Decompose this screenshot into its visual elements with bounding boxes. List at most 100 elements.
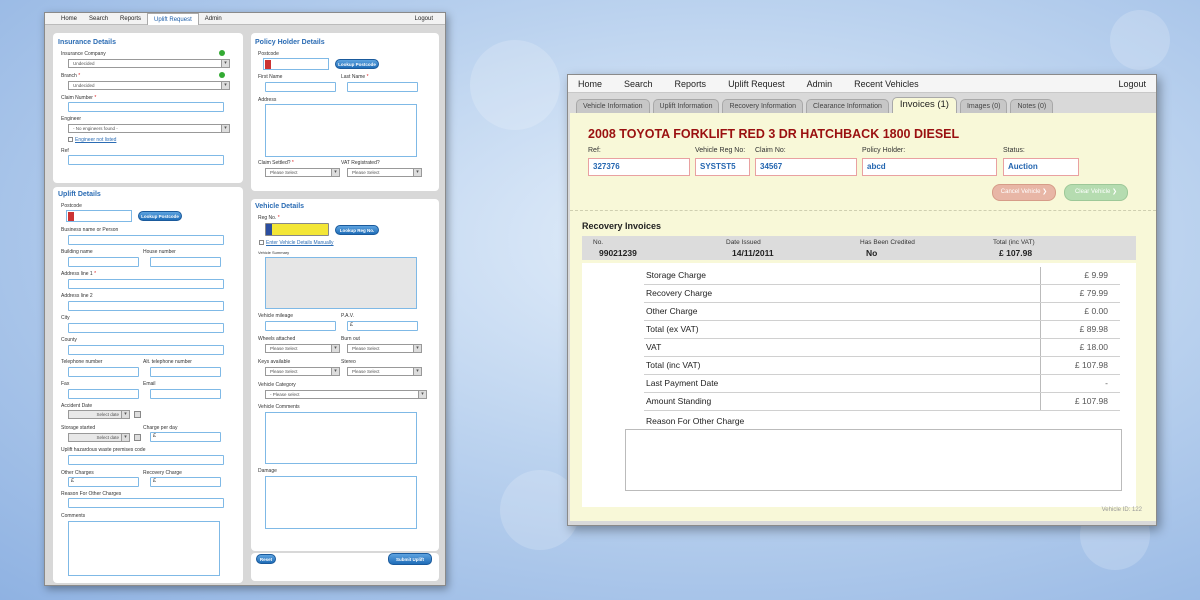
calendar-icon[interactable]	[134, 411, 141, 418]
tab-invoices[interactable]: Invoices (1)	[891, 97, 957, 113]
pav-label: P.A.V.	[341, 313, 355, 319]
county-input[interactable]	[68, 345, 224, 355]
chevron-right-icon: ❯	[1042, 189, 1048, 195]
nav-reports[interactable]: Reports	[114, 13, 147, 25]
manual-entry-checkbox[interactable]	[259, 240, 264, 245]
city-input[interactable]	[68, 323, 224, 333]
address-textarea[interactable]	[265, 104, 417, 157]
vehicle-id: Vehicle ID: 122	[1101, 507, 1142, 513]
business-name-input[interactable]	[68, 235, 224, 245]
damage-textarea[interactable]	[265, 476, 417, 529]
tab-recovery-information[interactable]: Recovery Information	[722, 99, 803, 113]
other-charges-label: Other Charges	[61, 470, 94, 476]
calendar-icon[interactable]	[134, 434, 141, 441]
insurance-company-select[interactable]: Undecided	[68, 59, 230, 68]
alt-telephone-input[interactable]	[150, 367, 221, 377]
nav-search[interactable]: Search	[83, 13, 114, 25]
pav-input[interactable]: £	[347, 321, 418, 331]
policy-holder-panel: Policy Holder Details Postcode Lookup Po…	[251, 33, 439, 191]
reason-other-charge-box	[625, 429, 1122, 491]
address-line1-input[interactable]	[68, 279, 224, 289]
mileage-input[interactable]	[265, 321, 336, 331]
fax-input[interactable]	[68, 389, 139, 399]
reg-no-label: Reg No. *	[258, 215, 280, 221]
city-label: City	[61, 315, 70, 321]
building-name-input[interactable]	[68, 257, 139, 267]
chevron-right-icon: ❯	[1112, 189, 1118, 195]
vehicle-summary-label: Vehicle Summary	[258, 250, 290, 255]
reg-no-input[interactable]	[265, 223, 329, 236]
recovery-charge-input[interactable]: £	[150, 477, 221, 487]
category-select[interactable]: - Please select	[265, 390, 427, 399]
credited-value: No	[866, 248, 878, 258]
uplift-postcode-input[interactable]	[66, 210, 132, 222]
nav-search[interactable]: Search	[624, 79, 653, 89]
engineer-label: Engineer	[61, 116, 82, 122]
tab-clearance-information[interactable]: Clearance Information	[806, 99, 889, 113]
uplift-request-window: Home Search Reports Uplift Request Admin…	[44, 12, 446, 586]
cancel-vehicle-button[interactable]: Cancel Vehicle ❯	[992, 184, 1056, 201]
submit-uplift-button[interactable]: Submit Uplift	[388, 553, 432, 565]
telephone-input[interactable]	[68, 367, 139, 377]
other-charges-input[interactable]: £	[68, 477, 139, 487]
claim-settled-select[interactable]: Please Select	[265, 168, 340, 177]
reason-other-charges-input[interactable]	[68, 498, 224, 508]
nav-home[interactable]: Home	[55, 13, 83, 25]
house-number-input[interactable]	[150, 257, 221, 267]
vehicle-tabs: Vehicle Information Uplift Information R…	[576, 97, 1056, 113]
policy-lookup-postcode-button[interactable]: Lookup Postcode	[335, 59, 379, 69]
accident-date-input[interactable]: Select date	[68, 410, 130, 419]
engineer-select[interactable]: - No engineers found -	[68, 124, 230, 133]
background-bokeh	[470, 40, 560, 130]
accident-date-label: Accident Date	[61, 403, 93, 409]
invoice-line: Amount Standing £ 107.98	[644, 393, 1120, 411]
first-name-input[interactable]	[265, 82, 336, 92]
nav-admin[interactable]: Admin	[807, 79, 833, 89]
last-name-input[interactable]	[347, 82, 418, 92]
keys-select[interactable]: Please Select	[265, 367, 340, 376]
vehicle-comments-textarea[interactable]	[265, 412, 417, 464]
storage-started-input[interactable]: Select date	[68, 433, 130, 442]
ref-input[interactable]	[68, 155, 224, 165]
ref-value: 327376	[588, 158, 690, 176]
uplift-lookup-postcode-button[interactable]: Lookup Postcode	[138, 211, 182, 221]
reset-button[interactable]: Reset	[256, 554, 276, 564]
stereo-select[interactable]: Please Select	[347, 367, 422, 376]
tab-notes[interactable]: Notes (0)	[1010, 99, 1054, 113]
invoice-summary-row[interactable]: No. 99021239 Date Issued 14/11/2011 Has …	[582, 236, 1136, 260]
uplift-postcode-label: Postcode	[61, 203, 82, 209]
reg-label: Vehicle Reg No:	[695, 147, 746, 154]
nav-reports[interactable]: Reports	[675, 79, 707, 89]
charge-per-day-input[interactable]: £	[150, 432, 221, 442]
comments-textarea[interactable]	[68, 521, 220, 576]
nav-uplift-request[interactable]: Uplift Request	[147, 12, 199, 25]
uplift-details-title: Uplift Details	[58, 191, 101, 198]
engineer-not-listed-checkbox[interactable]	[68, 137, 73, 142]
burnt-select[interactable]: Please Select	[347, 344, 422, 353]
vehicle-invoice-window: Home Search Reports Uplift Request Admin…	[567, 74, 1157, 526]
waste-code-input[interactable]	[68, 455, 224, 465]
claim-number-input[interactable]	[68, 102, 224, 112]
line-label: Total (ex VAT)	[646, 324, 699, 334]
nav-home[interactable]: Home	[578, 79, 602, 89]
engineer-not-listed-link[interactable]: Engineer not listed	[75, 137, 116, 143]
email-input[interactable]	[150, 389, 221, 399]
manual-entry-link[interactable]: Enter Vehicle Details Manually	[266, 240, 334, 246]
nav-uplift-request[interactable]: Uplift Request	[728, 79, 785, 89]
tab-uplift-information[interactable]: Uplift Information	[652, 99, 720, 113]
tab-images[interactable]: Images (0)	[959, 99, 1008, 113]
line-label: Recovery Charge	[646, 288, 713, 298]
address-line2-input[interactable]	[68, 301, 224, 311]
vat-registered-select[interactable]: Please Select	[347, 168, 422, 177]
recovery-invoices-title: Recovery Invoices	[582, 221, 662, 231]
tab-vehicle-information[interactable]: Vehicle Information	[576, 99, 650, 113]
policy-postcode-input[interactable]	[263, 58, 329, 70]
nav-admin[interactable]: Admin	[199, 13, 228, 25]
wheels-select[interactable]: Please Select	[265, 344, 340, 353]
nav-logout[interactable]: Logout	[1118, 79, 1146, 89]
lookup-reg-button[interactable]: Lookup Reg No.	[335, 225, 379, 235]
clear-vehicle-button[interactable]: Clear Vehicle ❯	[1064, 184, 1128, 201]
nav-recent-vehicles[interactable]: Recent Vehicles	[854, 79, 919, 89]
nav-logout[interactable]: Logout	[409, 13, 439, 25]
branch-select[interactable]: Undecided	[68, 81, 230, 90]
